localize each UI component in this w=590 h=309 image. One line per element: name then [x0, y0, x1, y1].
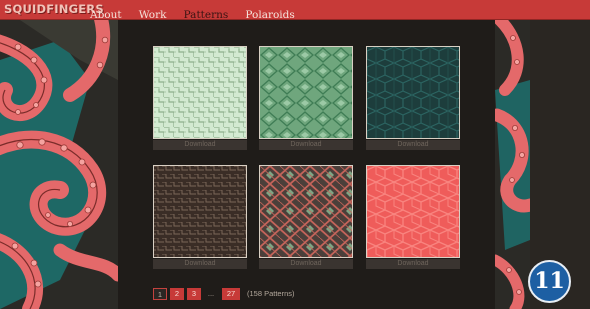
pattern-tile: Download: [259, 165, 353, 269]
pattern-thumbnail[interactable]: [259, 46, 353, 139]
download-link[interactable]: Download: [153, 140, 247, 150]
download-link[interactable]: Download: [366, 140, 460, 150]
page-link-last[interactable]: 27: [222, 288, 240, 300]
pattern-thumbnail[interactable]: [259, 165, 353, 258]
octopus-illustration-right: [495, 20, 530, 309]
download-link[interactable]: Download: [153, 259, 247, 269]
pattern-thumbnail[interactable]: [366, 46, 460, 139]
number-badge: 11: [528, 260, 571, 303]
site-logo[interactable]: SQUIDFINGERS: [4, 2, 104, 16]
download-link[interactable]: Download: [366, 259, 460, 269]
pattern-tile: Download: [259, 46, 353, 150]
pattern-tile: Download: [366, 46, 460, 150]
page-link[interactable]: 2: [170, 288, 184, 300]
pattern-thumbnail[interactable]: [153, 165, 247, 258]
pattern-tile: Download: [153, 165, 247, 269]
pattern-thumbnail[interactable]: [366, 165, 460, 258]
octopus-illustration-left: [0, 20, 118, 309]
top-nav-bar: SQUIDFINGERS About Work Patterns Polaroi…: [0, 0, 590, 21]
pattern-tile: Download: [153, 46, 247, 150]
pattern-tile: Download: [366, 165, 460, 269]
page-current: 1: [153, 288, 167, 300]
download-link[interactable]: Download: [259, 140, 353, 150]
page-link[interactable]: 3: [187, 288, 201, 300]
pattern-count: (158 Patterns): [247, 289, 295, 298]
pattern-thumbnail[interactable]: [153, 46, 247, 139]
page-ellipsis: ...: [207, 289, 215, 298]
download-link[interactable]: Download: [259, 259, 353, 269]
